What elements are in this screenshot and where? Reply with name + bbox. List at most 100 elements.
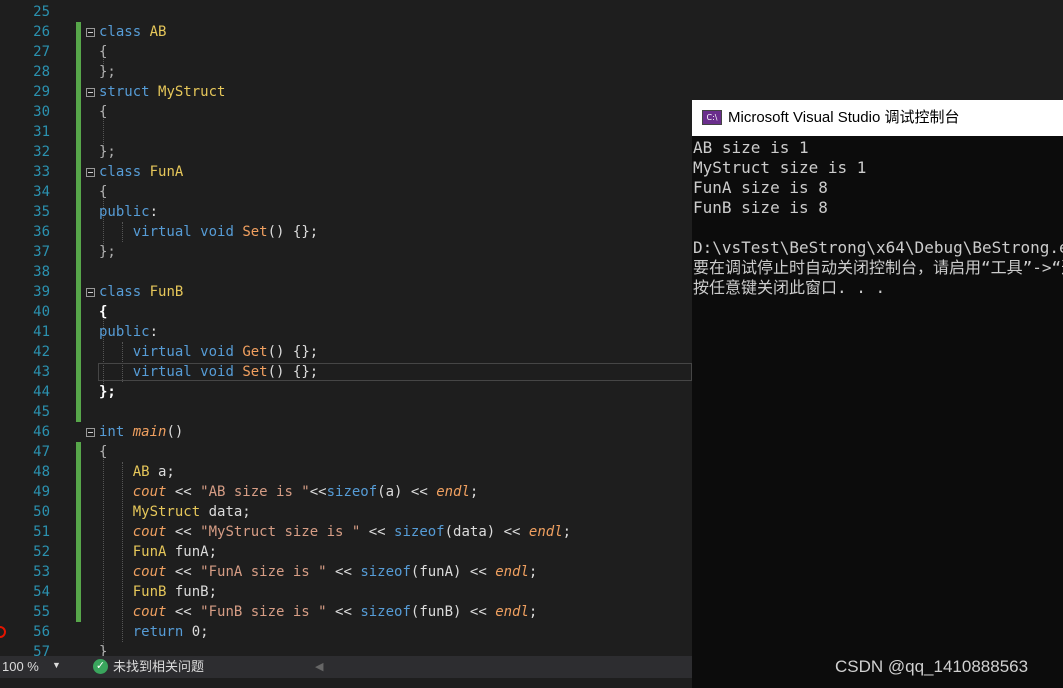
code-line[interactable]: }; (99, 142, 116, 162)
code-line[interactable]: public: (99, 202, 158, 222)
collapse-toggle-icon[interactable] (86, 168, 95, 177)
collapse-toggle-icon[interactable] (86, 428, 95, 437)
line-number: 33 (33, 164, 50, 180)
console-line: D:\vsTest\BeStrong\x64\Debug\BeStrong.ex… (693, 238, 1063, 257)
line-number: 52 (33, 544, 50, 560)
code-line[interactable]: class FunB (99, 282, 183, 302)
code-token: { (99, 444, 108, 460)
line-number: 27 (33, 44, 50, 60)
console-title: Microsoft Visual Studio 调试控制台 (728, 109, 960, 126)
scroll-left-icon[interactable]: ◀ (315, 660, 323, 673)
line-number: 36 (33, 224, 50, 240)
code-token: "AB size is " (200, 484, 310, 500)
code-line[interactable]: return 0; (99, 622, 209, 642)
line-number: 31 (33, 124, 50, 140)
code-line[interactable]: virtual void Get() {}; (99, 342, 318, 362)
code-token: }; (99, 384, 116, 400)
code-line[interactable]: public: (99, 322, 158, 342)
line-number: 46 (33, 424, 50, 440)
code-line[interactable]: FunA funA; (99, 542, 217, 562)
code-token: cout (132, 564, 167, 580)
code-line[interactable]: virtual void Set() {}; (99, 222, 318, 242)
code-token: << (166, 604, 201, 620)
code-line[interactable]: } (99, 642, 107, 656)
line-number: 41 (33, 324, 50, 340)
code-line[interactable]: }; (99, 62, 116, 82)
code-token: () {}; (267, 224, 319, 240)
code-line[interactable]: int main() (99, 422, 183, 442)
code-token: AB (149, 24, 167, 40)
code-token: a; (149, 464, 175, 480)
code-token: cout (132, 604, 167, 620)
issues-status[interactable]: 未找到相关问题 (113, 658, 204, 676)
debug-console-window[interactable]: C:\ Microsoft Visual Studio 调试控制台 AB siz… (692, 100, 1063, 688)
code-line[interactable]: }; (99, 242, 116, 262)
code-line[interactable]: class AB (99, 22, 166, 42)
code-token: (data) << (444, 524, 529, 540)
line-number: 55 (33, 604, 50, 620)
code-token: endl (436, 484, 470, 500)
code-token: { (99, 44, 108, 60)
collapse-toggle-icon[interactable] (86, 288, 95, 297)
collapse-toggle-icon[interactable] (86, 88, 95, 97)
console-app-icon: C:\ (702, 110, 722, 125)
code-line[interactable]: FunB funB; (99, 582, 217, 602)
code-line[interactable]: MyStruct data; (99, 502, 251, 522)
zoom-level[interactable]: 100 % (2, 658, 39, 676)
code-token: Set (242, 224, 268, 240)
chevron-down-icon[interactable]: ▼ (52, 660, 61, 670)
line-number: 34 (33, 184, 50, 200)
code-token: AB (132, 464, 150, 480)
code-token: }; (99, 244, 116, 260)
line-number: 53 (33, 564, 50, 580)
code-token: virtual (132, 344, 192, 360)
code-token: void (200, 224, 234, 240)
code-line[interactable]: { (99, 302, 107, 322)
code-token: << (326, 564, 361, 580)
code-line[interactable]: { (99, 42, 107, 62)
code-line[interactable]: cout << "AB size is "<<sizeof(a) << endl… (99, 482, 479, 502)
collapse-toggle-icon[interactable] (86, 28, 95, 37)
code-line[interactable]: { (99, 442, 107, 462)
code-line[interactable]: cout << "FunB size is " << sizeof(funB) … (99, 602, 538, 622)
code-token: "MyStruct size is " (200, 524, 361, 540)
code-token: () (166, 424, 184, 440)
code-token: virtual (132, 224, 192, 240)
code-line[interactable]: cout << "FunA size is " << sizeof(funA) … (99, 562, 538, 582)
code-editor[interactable]: 25 26 class AB 27 {28}; 29 struct MyStruct 30 {3… (0, 0, 692, 656)
code-line[interactable]: AB a; (99, 462, 175, 482)
code-line[interactable]: class FunA (99, 162, 183, 182)
code-token: sizeof (360, 604, 411, 620)
code-token: FunA (132, 544, 167, 560)
code-line[interactable]: { (99, 102, 107, 122)
line-number: 39 (33, 284, 50, 300)
console-line: AB size is 1 (693, 138, 809, 157)
code-line[interactable]: }; (99, 382, 116, 402)
console-title-bar[interactable]: C:\ Microsoft Visual Studio 调试控制台 (692, 100, 1063, 136)
code-line[interactable]: { (99, 182, 107, 202)
line-number: 45 (33, 404, 50, 420)
line-number: 38 (33, 264, 50, 280)
code-token: << (166, 564, 201, 580)
line-number: 25 (33, 4, 50, 20)
code-line[interactable]: virtual void Set() {}; (99, 362, 318, 382)
code-token: (funA) << (410, 564, 496, 580)
change-indicator-bar (76, 22, 81, 422)
code-token: class (99, 24, 142, 40)
code-token: ; (528, 604, 538, 620)
code-line[interactable]: cout << "MyStruct size is " << sizeof(da… (99, 522, 571, 542)
code-token: () {}; (267, 364, 319, 380)
code-token: Set (242, 364, 268, 380)
code-line[interactable]: struct MyStruct (99, 82, 225, 102)
line-number: 48 (33, 464, 50, 480)
